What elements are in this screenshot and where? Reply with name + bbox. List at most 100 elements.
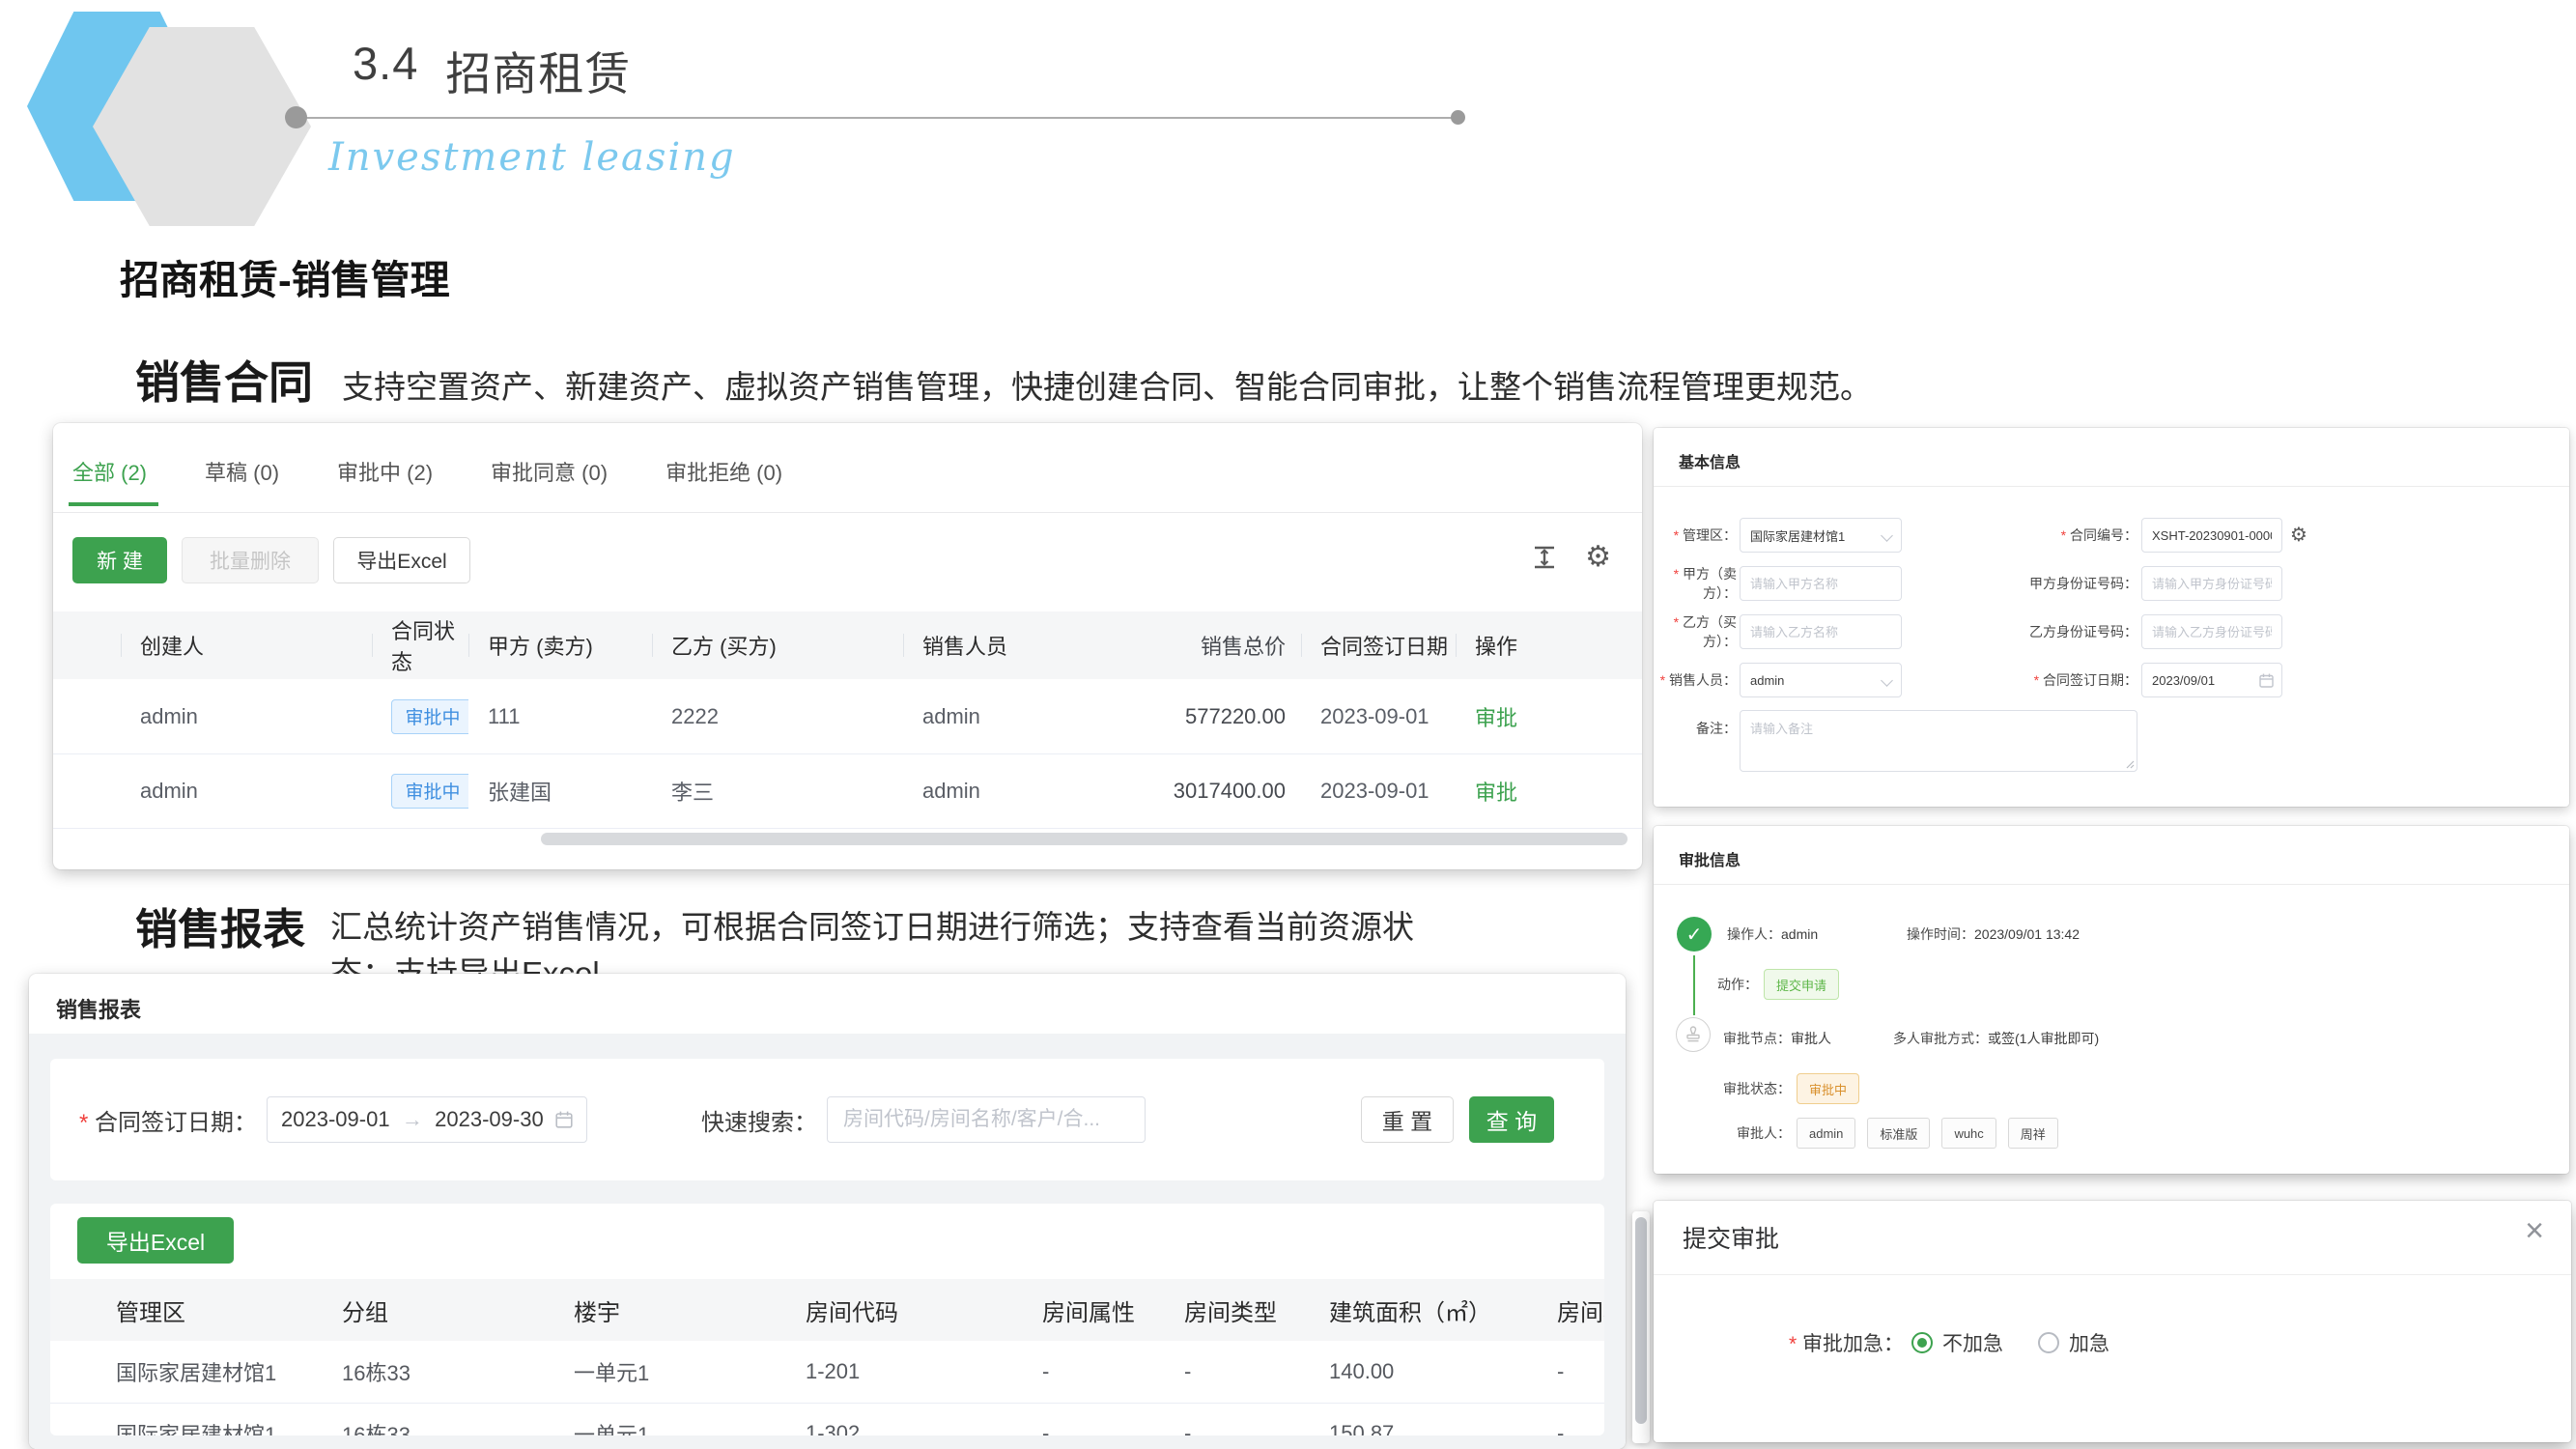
tab-all[interactable]: 全部 (2) (72, 456, 147, 506)
date-range-picker[interactable]: 2023-09-01 → 2023-09-30 (267, 1096, 587, 1143)
section-title: 3.4 招商租赁 (353, 37, 631, 103)
row2-sales: admin (903, 779, 1079, 804)
radio-urgent[interactable] (2038, 1332, 2059, 1353)
calendar-icon (555, 1111, 573, 1128)
urgent-radio-group: 审批加急： 不加急 加急 (1789, 1328, 2144, 1357)
column-settings-gear-icon[interactable]: ⚙ (1585, 543, 1611, 572)
basic-info-panel: 基本信息 管理区： 国际家居建材馆1 合同编号： ⚙ 甲方（卖方）： 甲方身份证… (1654, 428, 2569, 807)
query-button[interactable]: 查 询 (1469, 1096, 1554, 1143)
party-a-input[interactable] (1740, 566, 1902, 601)
quick-search-input[interactable] (827, 1096, 1146, 1143)
party-a-id-label: 甲方身份证号码： (2018, 574, 2137, 593)
quick-search-label: 快速搜索： (701, 1103, 817, 1137)
party-b-label: 乙方（买方）： (1654, 612, 1737, 651)
remark-textarea[interactable] (1740, 710, 2137, 772)
row1-party-b: 2222 (652, 704, 903, 729)
approval-info-title: 审批信息 (1679, 847, 1741, 870)
rcol-group: 分组 (326, 1293, 558, 1327)
report-content-area: 合同签订日期： 2023-09-01 → 2023-09-30 快速搜索： (29, 1034, 1626, 1449)
salesperson-select[interactable]: admin (1740, 663, 1902, 697)
rcol-region: 管理区 (50, 1293, 326, 1327)
contract-no-label: 合同编号： (2045, 526, 2137, 545)
action-badge: 提交申请 (1764, 969, 1839, 1000)
contract-table-header: 创建人 合同状态 甲方 (卖方) 乙方 (买方) 销售人员 销售总价 合同签订日… (53, 611, 1642, 679)
report-row-1[interactable]: 国际家居建材馆1 16栋33 一单元1 1-201 - - 140.00 - (50, 1341, 1604, 1404)
close-icon[interactable]: × (2525, 1214, 2544, 1247)
rcol-building: 楼宇 (558, 1293, 790, 1327)
node-label: 审批节点： (1723, 1031, 1791, 1046)
batch-delete-button[interactable]: 批量删除 (182, 537, 319, 583)
row2-approve-link[interactable]: 审批 (1475, 781, 1517, 805)
report-table-header: 管理区 分组 楼宇 房间代码 房间属性 房间类型 建筑面积（㎡） 房间状态 (50, 1279, 1604, 1341)
col-action: 操作 (1456, 630, 1642, 661)
rcol-room-code: 房间代码 (790, 1293, 1027, 1327)
salesperson-label: 销售人员： (1654, 670, 1737, 690)
tab-rejected[interactable]: 审批拒绝 (0) (665, 456, 782, 506)
party-b-id-label: 乙方身份证号码： (2018, 622, 2137, 641)
row2-party-a: 张建国 (468, 776, 652, 807)
sign-date-input[interactable]: 2023/09/01 (2141, 663, 2282, 697)
resize-handle-icon[interactable] (2125, 759, 2135, 769)
line-dot-right (1451, 110, 1465, 125)
contract-no-input[interactable] (2141, 518, 2282, 553)
section-subtitle: Investment leasing (328, 135, 736, 180)
contract-row-2[interactable]: admin 审批中 张建国 李三 admin 3017400.00 2023-0… (53, 753, 1642, 829)
col-total: 销售总价 (1079, 630, 1301, 661)
section-number: 3.4 (353, 37, 418, 103)
party-b-input[interactable] (1740, 614, 1902, 649)
row2-status-badge: 审批中 (391, 774, 468, 809)
slide-canvas: 3.4 招商租赁 Investment leasing 招商租赁-销售管理 销售… (0, 0, 2576, 1449)
report-export-excel-button[interactable]: 导出Excel (77, 1217, 234, 1264)
sign-date-label: 合同签订日期： (2018, 670, 2137, 690)
party-b-id-input[interactable] (2141, 614, 2282, 649)
col-sales: 销售人员 (903, 630, 1079, 661)
tab-draft[interactable]: 草稿 (0) (205, 456, 279, 506)
node-value: 审批人 (1791, 1031, 1831, 1046)
horizontal-scrollbar-thumb[interactable] (541, 833, 1628, 845)
feature-title-sales-report: 销售报表 (135, 895, 305, 956)
basic-info-title: 基本信息 (1679, 449, 1741, 472)
radio-not-urgent-label[interactable]: 不加急 (1942, 1328, 2003, 1357)
report-page-title: 销售报表 (56, 993, 141, 1024)
stamp-circle-icon (1676, 1017, 1711, 1052)
sales-report-panel: 销售报表 合同签订日期： 2023-09-01 → 2023-09-30 (29, 974, 1626, 1449)
scrollbar-thumb[interactable] (1635, 1217, 1647, 1424)
col-creator: 创建人 (121, 630, 372, 661)
chevron-down-icon (1881, 674, 1893, 687)
col-date: 合同签订日期 (1301, 630, 1456, 661)
row2-date: 2023-09-01 (1301, 779, 1456, 804)
row1-status-badge: 审批中 (391, 699, 468, 734)
create-button[interactable]: 新 建 (72, 537, 167, 583)
export-excel-button[interactable]: 导出Excel (333, 537, 470, 583)
region-select[interactable]: 国际家居建材馆1 (1740, 518, 1902, 553)
submit-approval-dialog: 提交审批 × 审批加急： 不加急 加急 (1654, 1201, 2571, 1442)
row-height-icon[interactable] (1531, 544, 1558, 571)
range-arrow-icon: → (402, 1107, 423, 1132)
tab-approved[interactable]: 审批同意 (0) (491, 456, 608, 506)
reset-button[interactable]: 重 置 (1361, 1096, 1454, 1143)
action-label: 动作： (1717, 975, 1758, 994)
chevron-down-icon (1881, 529, 1893, 542)
radio-urgent-label[interactable]: 加急 (2069, 1328, 2109, 1357)
operator-label: 操作人： (1727, 926, 1781, 942)
rcol-room-status: 房间状态 (1542, 1293, 1604, 1327)
row1-approve-link[interactable]: 审批 (1475, 706, 1517, 730)
rcol-room-attr: 房间属性 (1027, 1293, 1169, 1327)
multi-mode-label: 多人审批方式： (1893, 1031, 1988, 1046)
radio-not-urgent[interactable] (1911, 1332, 1933, 1353)
line-dot-left (285, 106, 307, 128)
row1-total: 577220.00 (1079, 704, 1301, 729)
party-a-id-input[interactable] (2141, 566, 2282, 601)
section-name: 招商租赁 (445, 37, 631, 103)
approver-tag: wuhc (1941, 1118, 1996, 1149)
contract-no-gear-icon[interactable]: ⚙ (2290, 526, 2307, 545)
rcol-room-type: 房间类型 (1169, 1293, 1314, 1327)
contract-row-1[interactable]: admin 审批中 111 2222 admin 577220.00 2023-… (53, 679, 1642, 754)
page-vertical-scrollbar[interactable] (1632, 1211, 1650, 1443)
tab-approving[interactable]: 审批中 (2) (337, 456, 433, 506)
approvers-label: 审批人： (1737, 1123, 1791, 1143)
col-status: 合同状态 (372, 614, 468, 676)
approval-status-label: 审批状态： (1723, 1079, 1791, 1098)
report-row-2[interactable]: 国际家居建材馆1 16栋33 一单元1 1-302 - - 150.87 - (50, 1403, 1604, 1435)
row1-sales: admin (903, 704, 1079, 729)
